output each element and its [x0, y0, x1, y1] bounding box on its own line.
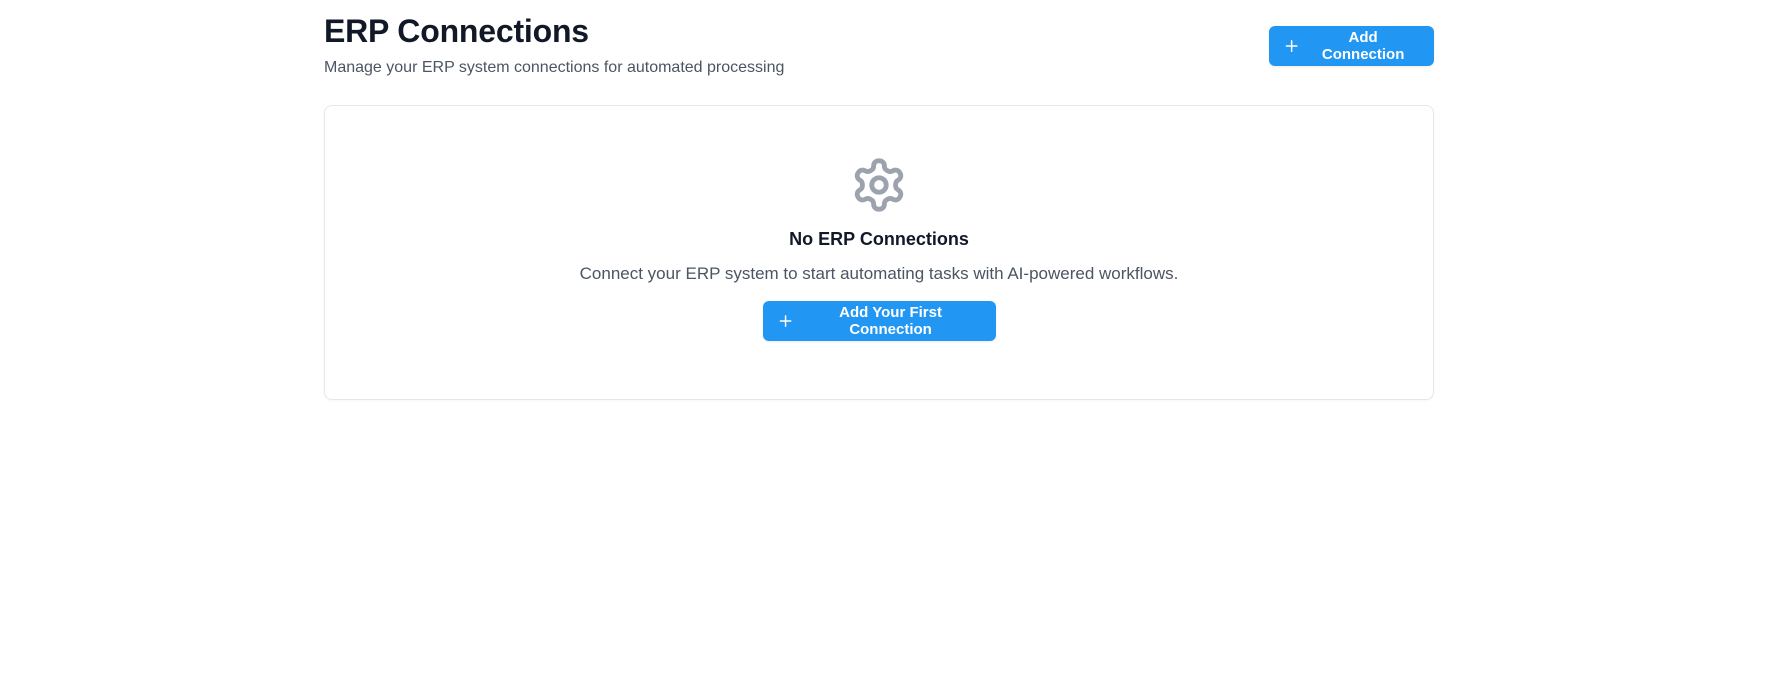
empty-state-title: No ERP Connections	[789, 229, 969, 249]
page-title: ERP Connections	[324, 13, 589, 49]
add-first-connection-button-label: Add Your First Connection	[839, 304, 942, 338]
page-subtitle: Manage your ERP system connections for a…	[324, 59, 785, 76]
empty-state-description: Connect your ERP system to start automat…	[579, 264, 1179, 283]
plus-icon	[1285, 40, 1298, 52]
empty-state-card: No ERP Connections Connect your ERP syst…	[324, 105, 1434, 400]
add-first-connection-button[interactable]: Add Your First Connection	[762, 301, 996, 341]
page-header: ERP Connections Manage your ERP system c…	[324, 0, 1434, 98]
add-connection-button[interactable]: Add Connection	[1269, 26, 1434, 66]
add-connection-button-label: Add Connection	[1321, 29, 1405, 63]
gear-icon	[854, 158, 904, 212]
plus-icon	[779, 315, 791, 327]
empty-state: No ERP Connections Connect your ERP syst…	[325, 106, 1433, 341]
erp-connections-page: ERP Connections Manage your ERP system c…	[324, 0, 1434, 400]
